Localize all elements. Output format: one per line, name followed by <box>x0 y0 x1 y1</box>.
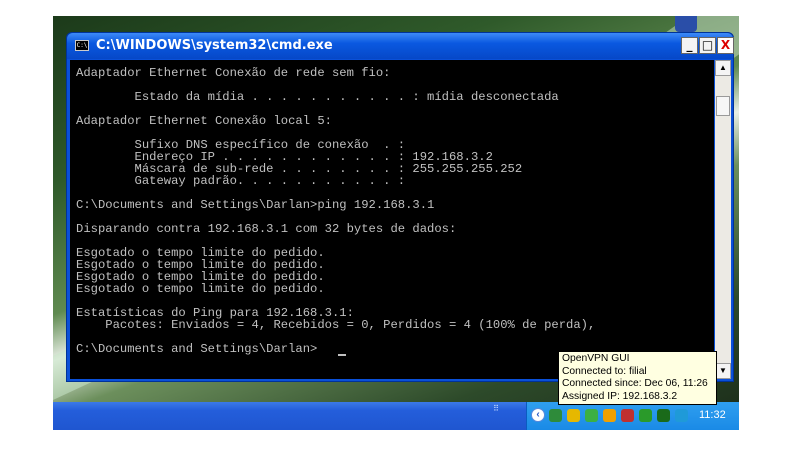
window-title: C:\WINDOWS\system32\cmd.exe <box>96 38 333 53</box>
vertical-scrollbar[interactable]: ▲ ▼ <box>715 60 731 379</box>
console-line: Adaptador Ethernet Conexão de rede sem f… <box>76 66 391 80</box>
maximize-button[interactable]: □ <box>699 37 716 54</box>
cmd-window[interactable]: C:\ C:\WINDOWS\system32\cmd.exe _ □ X Ad… <box>66 32 734 382</box>
shield-icon[interactable] <box>567 409 580 422</box>
console-line: Esgotado o tempo limite do pedido. <box>76 282 325 296</box>
taskbar: ⠿ ‹ 11:32 <box>53 402 739 430</box>
console-line: Estado da mídia . . . . . . . . . . . : … <box>76 90 559 104</box>
console-prompt: C:\Documents and Settings\Darlan> <box>76 342 318 356</box>
console-output[interactable]: Adaptador Ethernet Conexão de rede sem f… <box>70 60 714 379</box>
text-cursor <box>338 354 346 356</box>
messenger-icon[interactable] <box>603 409 616 422</box>
tooltip-line: Connected to: filial <box>562 365 647 377</box>
scroll-thumb[interactable] <box>716 96 730 116</box>
desktop-icon[interactable] <box>675 16 697 32</box>
scroll-up-button[interactable]: ▲ <box>715 60 731 76</box>
network-icon[interactable] <box>549 409 562 422</box>
taskbar-grip-icon[interactable]: ⠿ <box>491 404 501 424</box>
security-check-icon[interactable] <box>639 409 652 422</box>
console-line: C:\Documents and Settings\Darlan>ping 19… <box>76 198 435 212</box>
system-tray: ‹ 11:32 <box>526 402 739 430</box>
scroll-down-button[interactable]: ▼ <box>715 363 731 379</box>
wireless-icon[interactable] <box>621 409 634 422</box>
console-line: Pacotes: Enviados = 4, Recebidos = 0, Pe… <box>76 318 596 332</box>
openvpn-icon[interactable] <box>657 409 670 422</box>
cmd-icon[interactable]: C:\ <box>75 40 89 51</box>
close-button[interactable]: X <box>717 37 734 54</box>
tooltip-line: Assigned IP: 192.168.3.2 <box>562 391 678 403</box>
clock[interactable]: 11:32 <box>699 409 726 421</box>
console-line: Adaptador Ethernet Conexão local 5: <box>76 114 332 128</box>
window-titlebar[interactable]: C:\ C:\WINDOWS\system32\cmd.exe _ □ X <box>67 33 734 59</box>
chevron-left-icon[interactable]: ‹ <box>531 408 545 422</box>
tooltip-line: Connected since: Dec 06, 11:26 <box>562 378 708 390</box>
users-icon[interactable] <box>585 409 598 422</box>
sync-icon[interactable] <box>675 409 688 422</box>
tooltip-title: OpenVPN GUI <box>562 353 630 364</box>
openvpn-tooltip: OpenVPN GUI Connected to: filial Connect… <box>558 351 717 405</box>
console-line: Disparando contra 192.168.3.1 com 32 byt… <box>76 222 457 236</box>
minimize-button[interactable]: _ <box>681 37 698 54</box>
console-line: Gateway padrão. . . . . . . . . . . : <box>76 174 406 188</box>
